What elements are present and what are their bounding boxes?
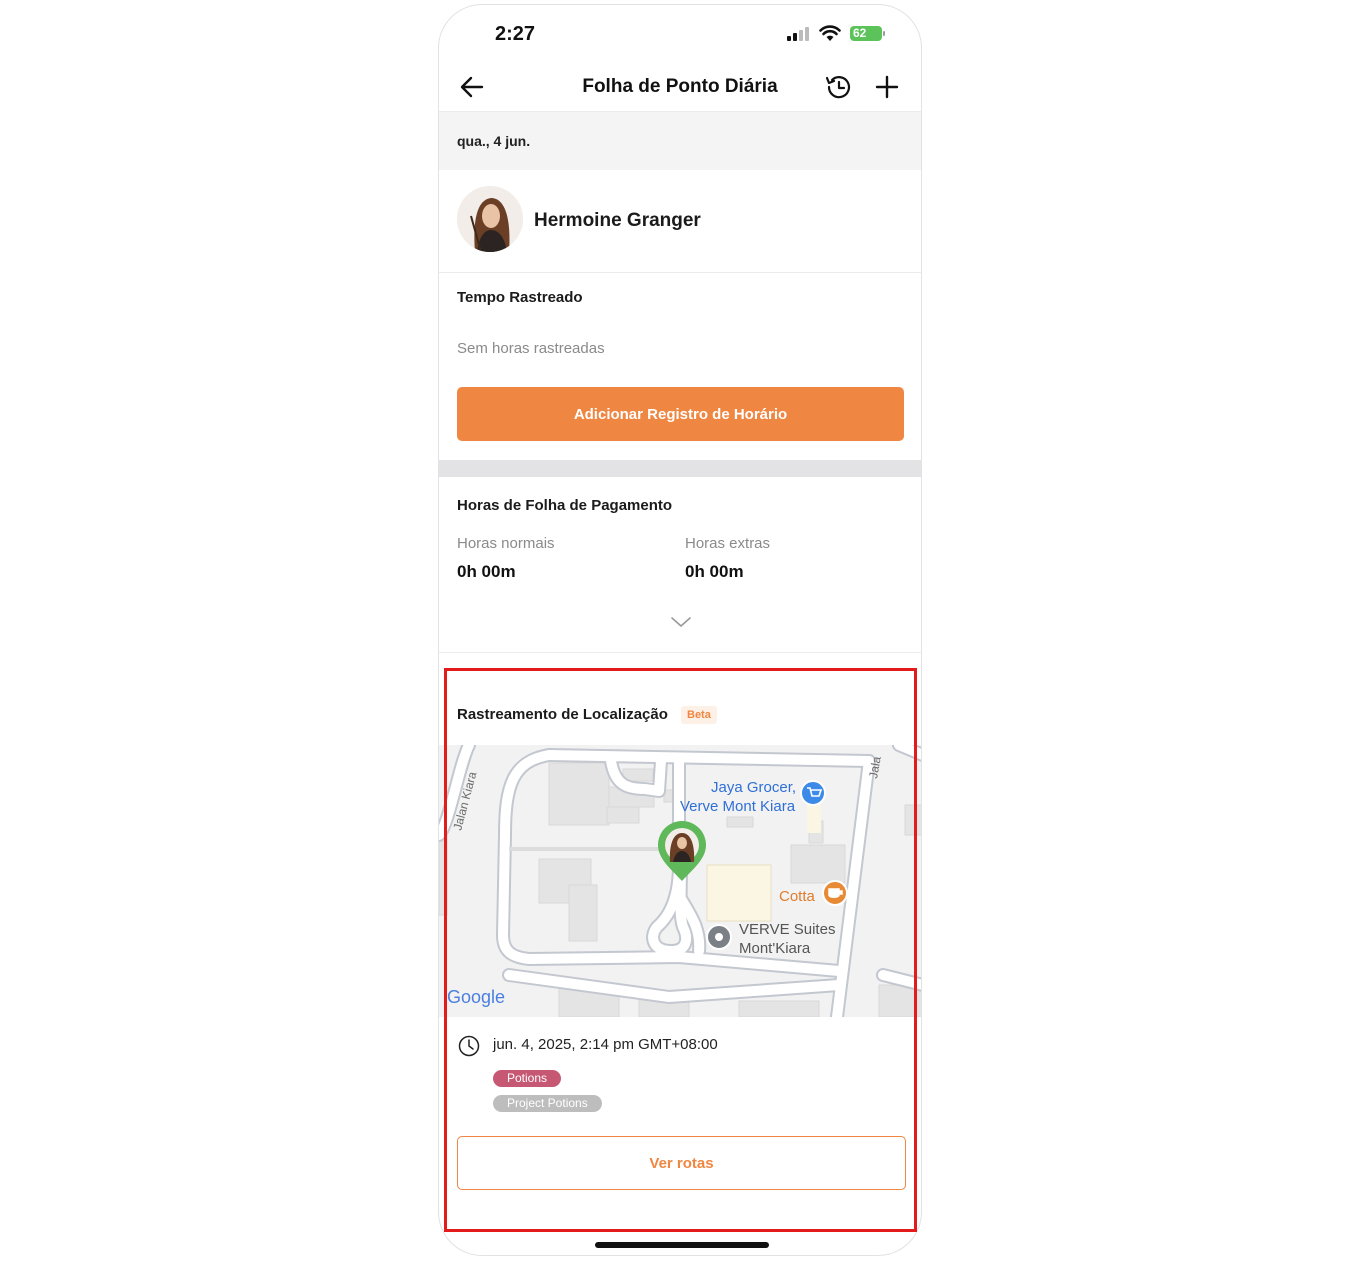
no-hours-text: Sem horas rastreadas (457, 340, 605, 357)
cafe-icon[interactable] (822, 880, 848, 906)
payroll-title: Horas de Folha de Pagamento (457, 497, 673, 514)
place-marker-icon[interactable] (706, 924, 732, 950)
phone-frame: 2:27 62 Folha de Ponto Diária qua., 4 ju… (438, 4, 922, 1256)
shopping-cart-icon[interactable] (800, 780, 826, 806)
date-header: qua., 4 jun. (439, 112, 921, 170)
avatar (457, 186, 523, 252)
history-icon[interactable] (823, 72, 853, 102)
regular-hours-label: Horas normais (457, 535, 555, 552)
overtime-hours-value: 0h 00m (685, 562, 744, 581)
clock-icon (458, 1035, 480, 1057)
status-time: 2:27 (495, 23, 536, 45)
add-time-entry-button[interactable]: Adicionar Registro de Horário (457, 387, 904, 441)
wifi-icon (819, 25, 841, 41)
battery-icon: 62 (850, 26, 885, 41)
user-name: Hermoine Granger (534, 210, 701, 231)
location-title: Rastreamento de Localização (457, 706, 668, 723)
status-bar: 2:27 62 (439, 5, 921, 63)
poi-cafe: Cotta (779, 888, 816, 905)
tracked-time-title: Tempo Rastreado (457, 289, 583, 306)
signal-icon (787, 27, 809, 41)
poi-grocer-line1: Jaya Grocer, (711, 779, 796, 796)
google-logo: Google (447, 987, 505, 1007)
view-routes-button[interactable]: Ver rotas (457, 1136, 906, 1190)
beta-badge: Beta (681, 706, 717, 724)
poi-suites-line1: VERVE Suites (739, 921, 835, 938)
poi-suites-line2: Mont'Kiara (739, 940, 811, 957)
regular-hours-value: 0h 00m (457, 562, 516, 581)
chevron-down-icon[interactable] (670, 615, 692, 629)
add-icon[interactable] (873, 73, 901, 101)
home-indicator[interactable] (595, 1242, 769, 1248)
poi-grocer-line2: Verve Mont Kiara (680, 798, 796, 815)
location-map[interactable]: Jalan Kiara Jala Jaya Grocer, Verve Mont… (439, 745, 921, 1017)
section-divider (439, 460, 921, 477)
location-timestamp: jun. 4, 2025, 2:14 pm GMT+08:00 (493, 1036, 718, 1053)
user-row: Hermoine Granger (439, 170, 921, 273)
tag-project-potions: Project Potions (493, 1095, 602, 1112)
date-label: qua., 4 jun. (457, 133, 531, 149)
overtime-hours-label: Horas extras (685, 535, 771, 552)
divider (439, 652, 921, 653)
nav-bar: Folha de Ponto Diária (439, 63, 921, 112)
tag-potions: Potions (493, 1070, 562, 1087)
battery-level: 62 (853, 26, 867, 40)
